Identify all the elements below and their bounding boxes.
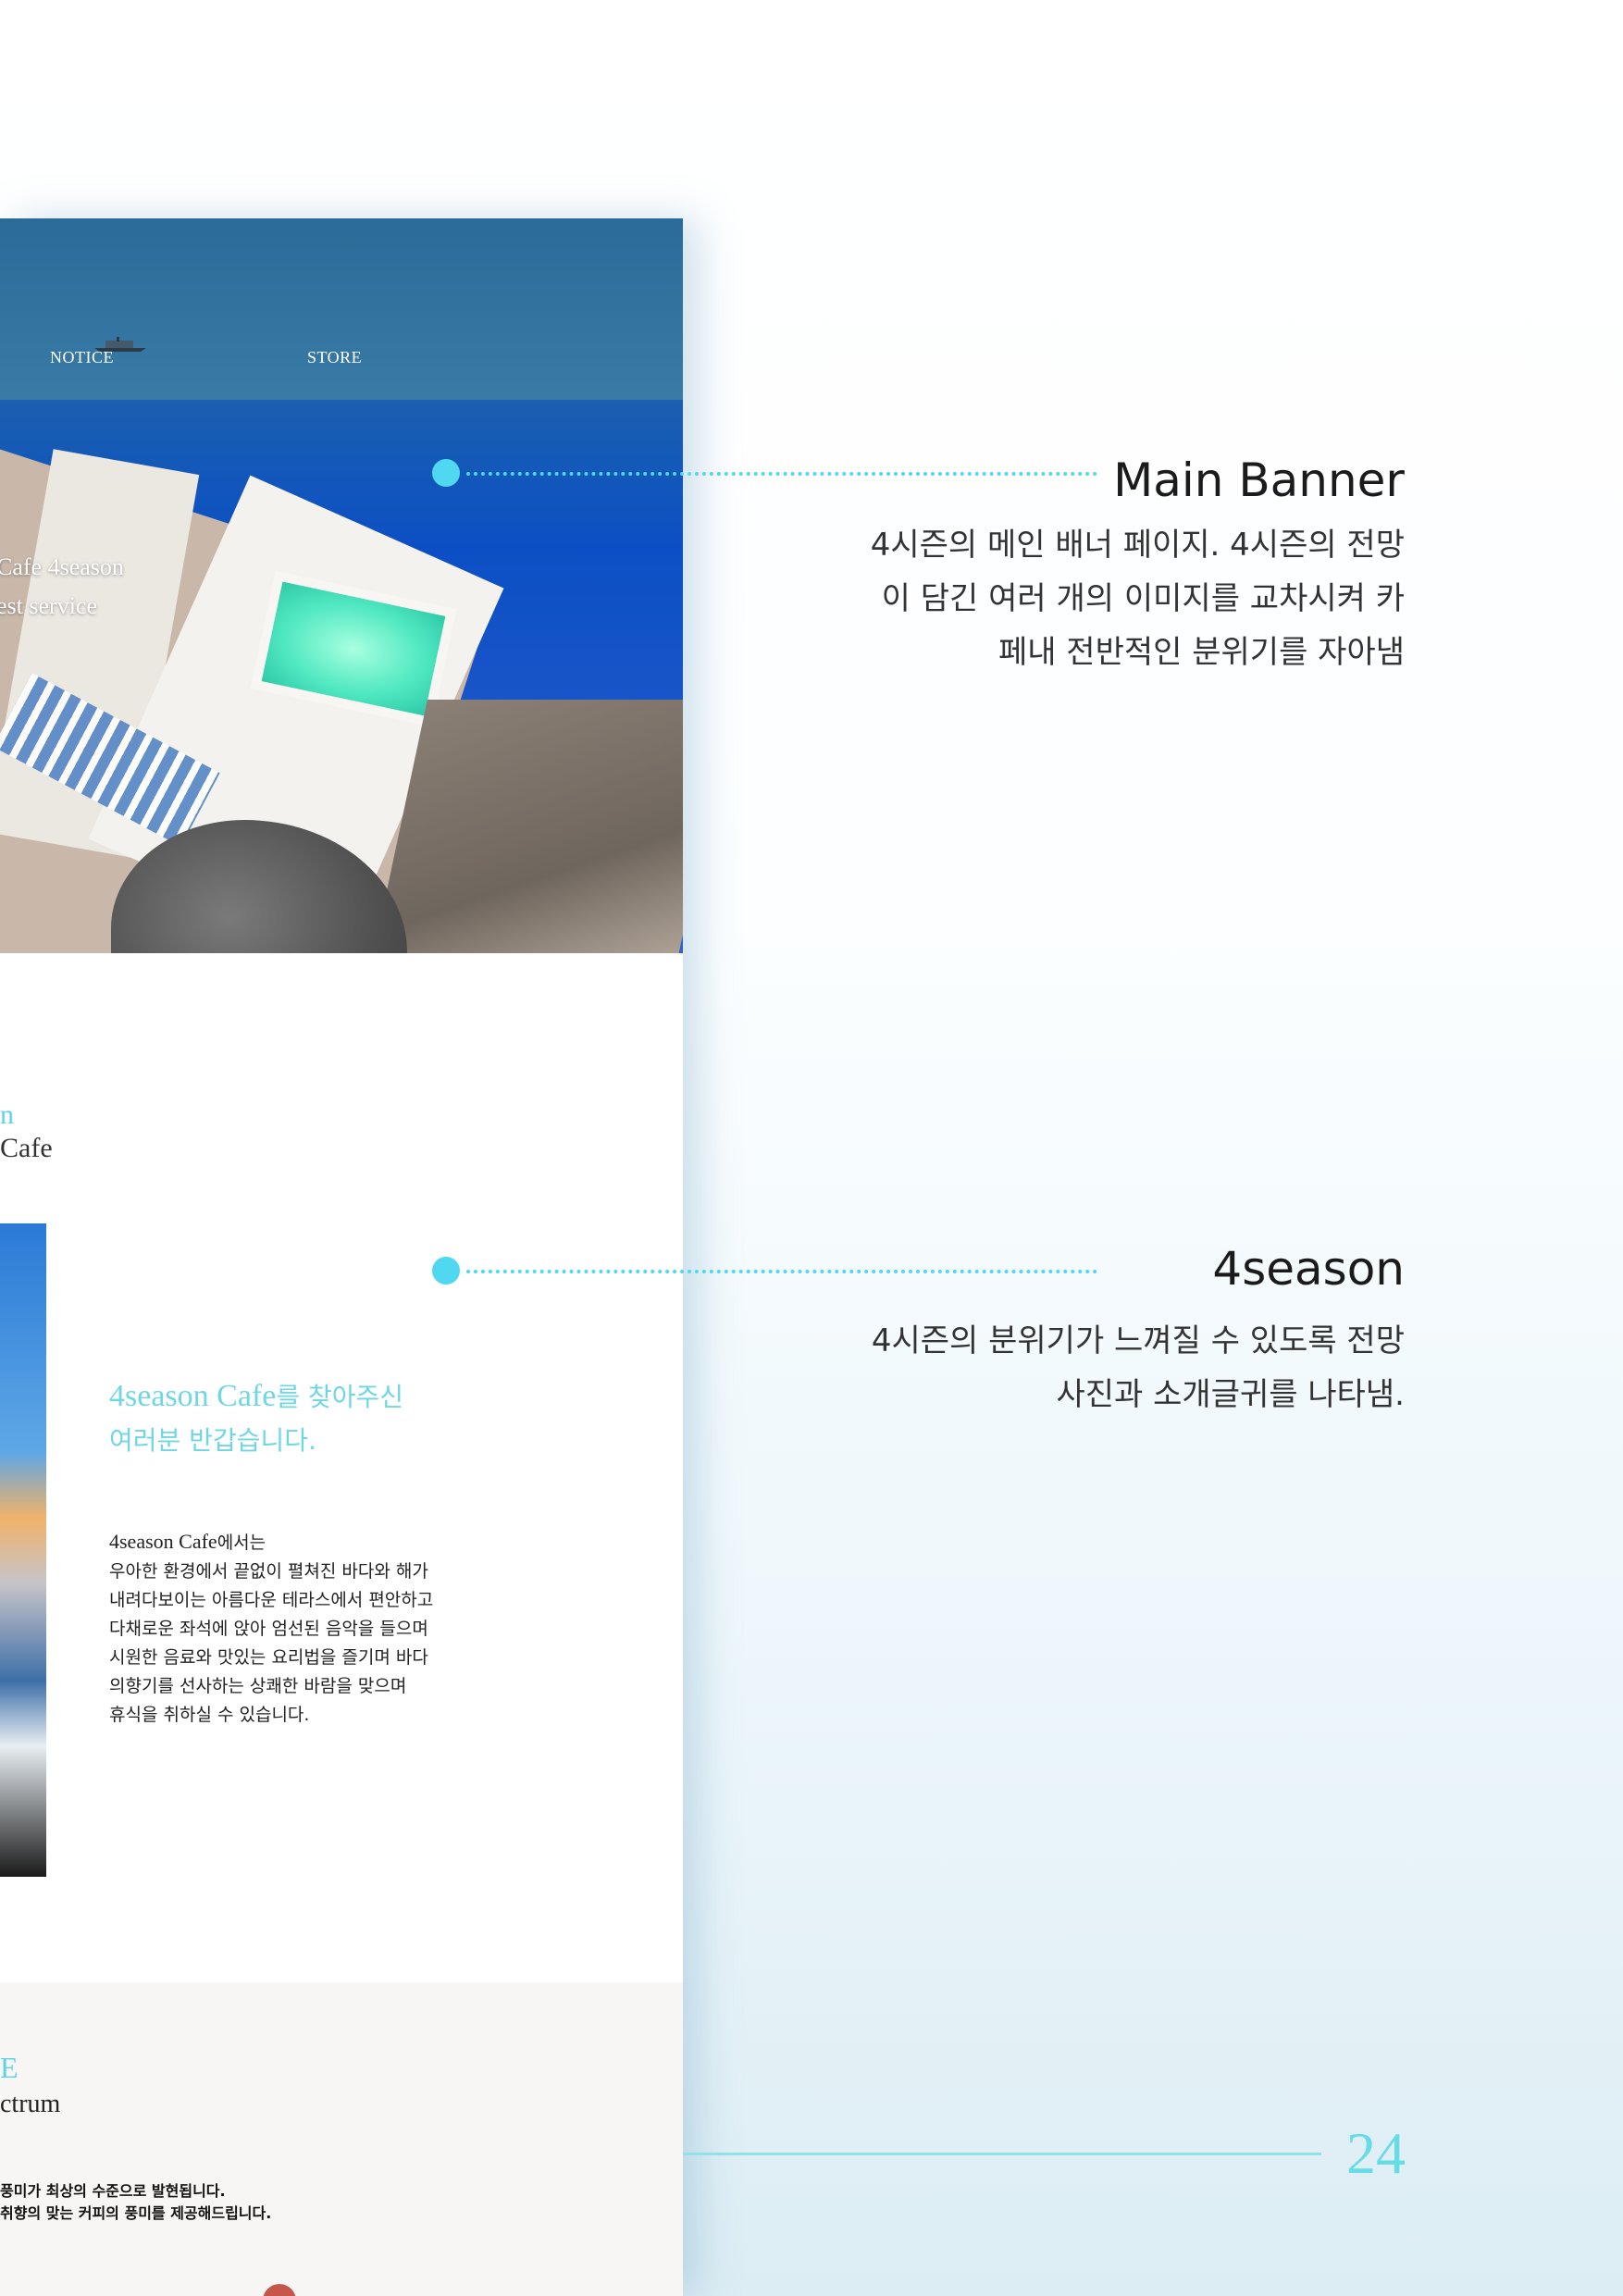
annotation-title-4season: 4season — [1212, 1242, 1405, 1296]
notice-section: E ctrum 풍미가 최상의 수준으로 발현됩니다. 취향의 맞는 커피의 풍… — [0, 1982, 683, 2296]
intro-body-line: 우아한 환경에서 끝없이 펼쳐진 바다와 해가 — [109, 1561, 428, 1582]
notice-line: 풍미가 최상의 수준으로 발현됩니다. — [0, 2182, 226, 2200]
banner-caption-line1: Cafe 4season — [0, 553, 124, 580]
notice-subtitle: ctrum — [0, 2090, 61, 2118]
intro-photo — [0, 1223, 46, 1877]
leader-line — [466, 1270, 1097, 1273]
notice-line: 취향의 맞는 커피의 풍미를 제공해드립니다. — [0, 2204, 272, 2222]
nav-item-store[interactable]: STORE — [307, 348, 362, 367]
intro-heading: 4season Cafe를 찾아주신 여러분 반갑습니다. — [109, 1375, 479, 1462]
main-banner: NOTICE STORE Cafe 4season est service — [0, 218, 683, 953]
intro-body: 4season Cafe에서는 우아한 환경에서 끝없이 펼쳐진 바다와 해가 … — [109, 1527, 516, 1730]
footer-rule — [683, 2153, 1321, 2155]
annotation-desc-main-banner: 4시즌의 메인 배너 페이지. 4시즌의 전망 이 담긴 여러 개의 이미지를 … — [812, 518, 1405, 679]
annotation-desc-line: 사진과 소개글귀를 나타냄. — [1056, 1376, 1405, 1413]
nav-item-notice[interactable]: NOTICE — [50, 348, 114, 367]
intro-heading-ko: 를 찾아주신 — [276, 1382, 404, 1412]
banner-caption-line2: est service — [0, 592, 98, 619]
intro-title: n — [0, 1099, 14, 1130]
intro-body-line: 다채로운 좌석에 앉아 엄선된 음악을 들으며 — [109, 1619, 428, 1639]
intro-heading-en: 4season Cafe — [109, 1379, 277, 1413]
annotation-desc-4season: 4시즌의 분위기가 느껴질 수 있도록 전망 사진과 소개글귀를 나타냄. — [812, 1314, 1405, 1421]
intro-heading-ko2: 여러분 반갑습니다. — [109, 1425, 316, 1456]
intro-lead-ko: 에서는 — [217, 1533, 266, 1553]
annotation-title-main-banner: Main Banner — [1113, 453, 1405, 507]
nav-bar — [0, 218, 683, 400]
intro-body-line: 휴식을 취하실 수 있습니다. — [109, 1705, 310, 1725]
intro-lead-en: 4season Cafe — [109, 1530, 217, 1553]
annotation-desc-line: 4시즌의 메인 배너 페이지. 4시즌의 전망 — [870, 527, 1405, 564]
notice-title: E — [0, 2051, 19, 2084]
intro-body-line: 시원한 음료와 맛있는 요리법을 즐기며 바다 — [109, 1647, 428, 1668]
leader-line — [466, 472, 1097, 476]
anchor-dot-icon — [432, 1257, 460, 1285]
intro-body-line: 의향기를 선사하는 상쾌한 바람을 맞으며 — [109, 1676, 407, 1696]
intro-body-line: 내려다보이는 아름다운 테라스에서 편안하고 — [109, 1590, 434, 1610]
website-mockup: NOTICE STORE Cafe 4season est service n … — [0, 218, 683, 2296]
annotation-desc-line: 페내 전반적인 분위기를 자아냄 — [997, 634, 1405, 671]
page-number: 24 — [1346, 2120, 1406, 2186]
annotation-desc-line: 이 담긴 여러 개의 이미지를 교차시켜 카 — [881, 580, 1405, 617]
intro-subtitle: Cafe — [0, 1133, 53, 1163]
annotation-desc-line: 4시즌의 분위기가 느껴질 수 있도록 전망 — [871, 1322, 1405, 1359]
circle-icon — [263, 2284, 296, 2296]
anchor-dot-icon — [432, 459, 460, 487]
